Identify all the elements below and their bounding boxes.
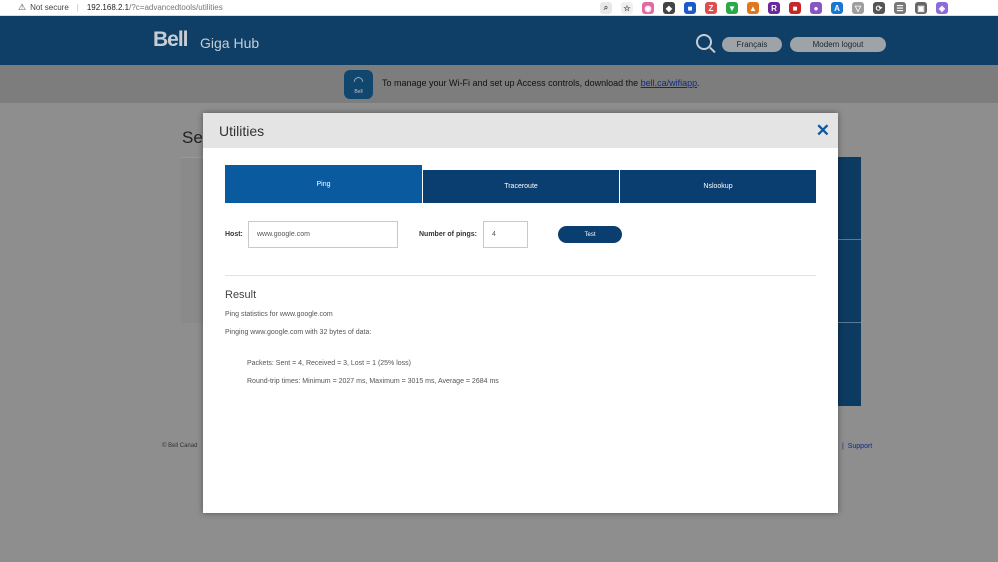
banner-suffix: . — [697, 78, 700, 88]
result-title: Result — [225, 289, 257, 301]
url-path: /?c=advancedtools/utilities — [129, 3, 223, 12]
background-blue-panel — [836, 157, 861, 406]
extension-icon[interactable]: ◉ — [642, 2, 654, 14]
app-icon-label: Bell — [354, 89, 363, 95]
banner-text: To manage your Wi-Fi and set up Access c… — [382, 78, 700, 88]
modal-header: Utilities ✕ — [203, 113, 838, 148]
panel-divider — [836, 322, 861, 323]
extension-icon[interactable]: ■ — [684, 2, 696, 14]
extension-icon[interactable]: ▲ — [747, 2, 759, 14]
browser-extensions: ⌕ ☆ ◉ ◆ ■ Z ▼ ▲ R ■ ● A ▽ ⟳ ☰ ▣ ◈ — [600, 2, 948, 14]
url-text[interactable]: 192.168.2.1/?c=advancedtools/utilities — [87, 3, 223, 12]
banner-message: To manage your Wi-Fi and set up Access c… — [382, 78, 641, 88]
extension-icon[interactable]: ⟳ — [873, 2, 885, 14]
extension-icon[interactable]: ◈ — [936, 2, 948, 14]
site-header: Bell Giga Hub Français Modem logout — [0, 16, 998, 65]
panel-divider — [836, 239, 861, 240]
pings-input[interactable] — [483, 221, 528, 248]
modal-title: Utilities — [219, 122, 265, 139]
modem-logout-button[interactable]: Modem logout — [790, 37, 886, 52]
ping-form: Host: Number of pings: Test — [225, 221, 816, 249]
section-divider — [225, 275, 816, 276]
wifi-app-icon[interactable]: ◠ Bell — [344, 70, 373, 99]
result-line: Round-trip times: Minimum = 2027 ms, Max… — [247, 378, 499, 385]
extension-icon[interactable]: ▽ — [852, 2, 864, 14]
extension-icon[interactable]: ▼ — [726, 2, 738, 14]
result-line: Pinging www.google.com with 32 bytes of … — [225, 329, 372, 336]
app-banner: ◠ Bell To manage your Wi-Fi and set up A… — [0, 65, 998, 103]
security-label[interactable]: Not secure — [30, 3, 69, 12]
bell-logo[interactable]: Bell — [153, 28, 189, 52]
support-link[interactable]: | Support — [842, 443, 872, 450]
url-host: 192.168.2.1 — [86, 3, 130, 12]
warning-icon: ⚠ — [18, 2, 27, 12]
extension-icon[interactable]: ☰ — [894, 2, 906, 14]
pings-label: Number of pings: — [419, 231, 477, 238]
search-icon[interactable] — [696, 34, 712, 50]
tab-nslookup[interactable]: Nslookup — [620, 170, 816, 203]
extension-icon[interactable]: Z — [705, 2, 717, 14]
browser-address-bar[interactable]: ⚠ Not secure | 192.168.2.1/?c=advancedto… — [0, 0, 998, 16]
utilities-modal: Utilities ✕ Ping Traceroute Nslookup Hos… — [203, 113, 838, 513]
extension-icon[interactable]: ⌕ — [600, 2, 612, 14]
utility-tabs: Ping Traceroute Nslookup — [225, 165, 816, 204]
host-input[interactable] — [248, 221, 398, 248]
host-label: Host: — [225, 231, 243, 238]
extension-icon[interactable]: ☆ — [621, 2, 633, 14]
extension-icon[interactable]: ■ — [789, 2, 801, 14]
extension-icon[interactable]: A — [831, 2, 843, 14]
background-panel — [181, 157, 205, 323]
tab-traceroute[interactable]: Traceroute — [423, 170, 620, 203]
background-heading: Se — [182, 128, 203, 147]
support-link-label: Support — [847, 443, 873, 450]
extension-icon[interactable]: ◆ — [663, 2, 675, 14]
result-line: Packets: Sent = 4, Received = 3, Lost = … — [247, 360, 412, 367]
wifi-app-link[interactable]: bell.ca/wifiapp — [641, 78, 698, 88]
language-button[interactable]: Français — [722, 37, 782, 52]
result-line: Ping statistics for www.google.com — [225, 311, 333, 318]
product-name: Giga Hub — [200, 35, 260, 51]
close-icon[interactable]: ✕ — [816, 122, 830, 139]
footer-separator: | — [842, 443, 844, 450]
extension-icon[interactable]: ▣ — [915, 2, 927, 14]
extension-icon[interactable]: R — [768, 2, 780, 14]
address-separator: | — [76, 3, 79, 12]
copyright-text: © Bell Canad — [162, 443, 198, 449]
tab-ping[interactable]: Ping — [225, 165, 423, 203]
test-button[interactable]: Test — [558, 226, 622, 243]
wifi-icon: ◠ — [353, 74, 364, 88]
extension-icon[interactable]: ● — [810, 2, 822, 14]
